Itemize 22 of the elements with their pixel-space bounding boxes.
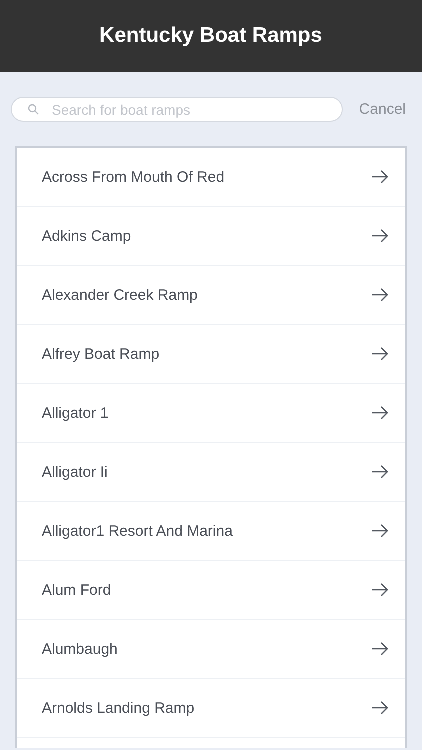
search-field[interactable]: Search for boat ramps <box>11 97 344 122</box>
arrow-right-icon[interactable] <box>371 229 389 243</box>
arrow-right-icon[interactable] <box>371 465 389 479</box>
ramp-name[interactable]: Alfrey Boat Ramp <box>42 346 160 362</box>
arrow-right-icon[interactable] <box>371 524 389 538</box>
arrow-right-icon[interactable] <box>371 170 389 184</box>
arrow-right-icon[interactable] <box>371 642 389 656</box>
ramp-name[interactable]: Adkins Camp <box>42 228 132 244</box>
arrow-right-icon[interactable] <box>371 583 389 597</box>
ramp-name[interactable]: Arnolds Landing Ramp <box>42 700 195 716</box>
ramp-name[interactable]: Alumbaugh <box>42 640 118 658</box>
ramp-name[interactable]: Alligator1 Resort And Marina <box>42 522 233 540</box>
ramp-name[interactable]: Alum Ford <box>42 582 112 598</box>
ramp-name[interactable]: Alexander Creek Ramp <box>42 286 198 304</box>
arrow-right-icon[interactable] <box>371 288 389 302</box>
ramp-name[interactable]: Across From Mouth Of Red <box>42 168 225 186</box>
ramp-name[interactable]: Alligator Ii <box>42 464 108 480</box>
arrow-right-icon[interactable] <box>371 347 389 361</box>
arrow-right-icon[interactable] <box>371 701 389 715</box>
app-title: Kentucky Boat Ramps <box>100 24 322 48</box>
arrow-right-icon[interactable] <box>371 406 389 420</box>
ramp-name[interactable]: Alligator 1 <box>42 404 109 422</box>
